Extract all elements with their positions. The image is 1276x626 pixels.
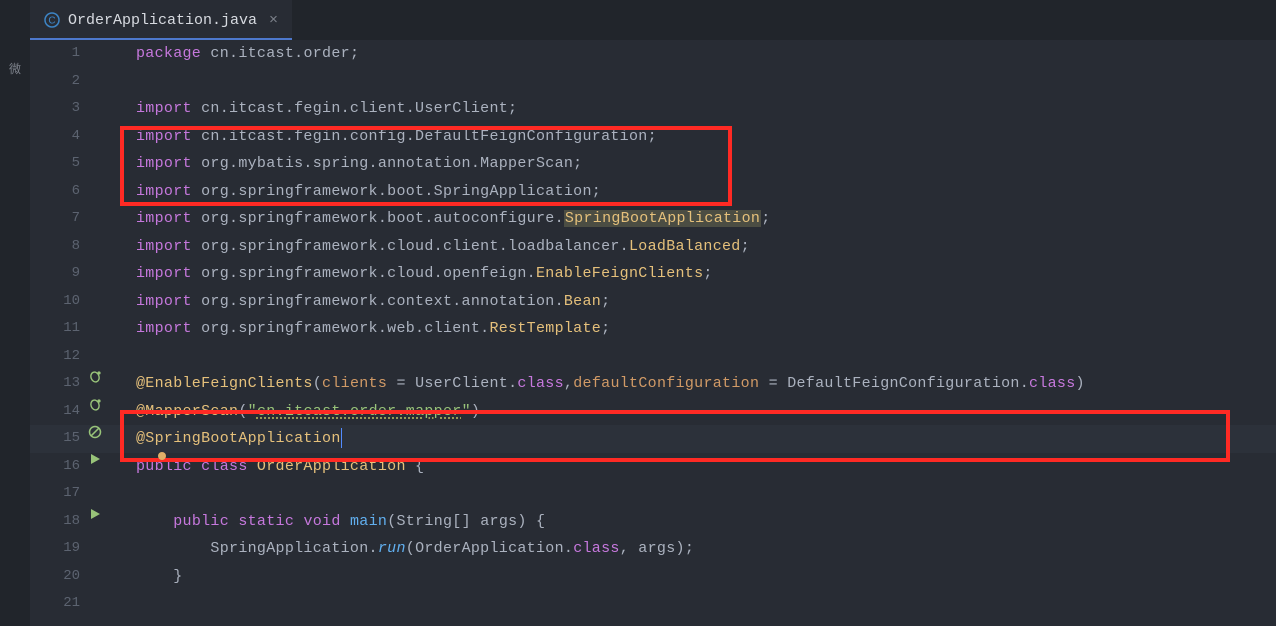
code-content: @SpringBootApplication <box>104 425 342 453</box>
editor[interactable]: 1 package cn.itcast.order; 23 import cn.itc… <box>30 40 1276 626</box>
svg-text:C: C <box>48 16 55 27</box>
code-line[interactable]: 9 import org.springframework.cloud.openfe… <box>30 260 1276 288</box>
code-content: import org.springframework.context.annot… <box>104 288 610 316</box>
code-line[interactable]: 13 @EnableFeignClients(clients = UserClie… <box>30 370 1276 398</box>
code-content: import org.springframework.boot.SpringAp… <box>104 178 601 206</box>
code-line[interactable]: 7 import org.springframework.boot.autocon… <box>30 205 1276 233</box>
code-content: import cn.itcast.fegin.config.DefaultFei… <box>104 123 657 151</box>
gutter[interactable] <box>86 370 104 384</box>
gutter[interactable] <box>86 508 104 520</box>
line-number: 20 <box>30 563 86 591</box>
code-content: import org.springframework.cloud.client.… <box>104 233 750 261</box>
code-line[interactable]: 3 import cn.itcast.fegin.client.UserClien… <box>30 95 1276 123</box>
code-line[interactable]: 1 package cn.itcast.order; <box>30 40 1276 68</box>
run-icon[interactable] <box>89 453 101 465</box>
line-number: 5 <box>30 150 86 178</box>
code-content: import org.mybatis.spring.annotation.Map… <box>104 150 582 178</box>
line-number: 21 <box>30 590 86 618</box>
line-number: 8 <box>30 233 86 261</box>
code-line[interactable]: 6 import org.springframework.boot.SpringA… <box>30 178 1276 206</box>
bean-icon[interactable] <box>88 370 102 384</box>
line-number: 19 <box>30 535 86 563</box>
code-line[interactable]: 5 import org.mybatis.spring.annotation.Ma… <box>30 150 1276 178</box>
gutter[interactable] <box>86 425 104 439</box>
java-class-icon: C <box>44 12 60 28</box>
line-number: 9 <box>30 260 86 288</box>
tab-bar: C OrderApplication.java × <box>30 0 1276 40</box>
side-strip: 微 <box>0 0 30 626</box>
code-line[interactable]: 8 import org.springframework.cloud.client… <box>30 233 1276 261</box>
code-content: public static void main(String[] args) { <box>104 508 545 536</box>
line-number: 16 <box>30 453 86 481</box>
line-number: 13 <box>30 370 86 398</box>
line-number: 1 <box>30 40 86 68</box>
code-line[interactable]: 10 import org.springframework.context.ann… <box>30 288 1276 316</box>
close-icon[interactable]: × <box>265 12 278 29</box>
line-number: 7 <box>30 205 86 233</box>
code-line[interactable]: 15 @SpringBootApplication <box>30 425 1276 453</box>
code-line[interactable]: 19 SpringApplication.run(OrderApplicatio… <box>30 535 1276 563</box>
line-number: 4 <box>30 123 86 151</box>
code-content: @EnableFeignClients(clients = UserClient… <box>104 370 1085 398</box>
code-line[interactable]: 16 public class OrderApplication { <box>30 453 1276 481</box>
side-strip-label: 微 <box>9 60 21 77</box>
code-content: import cn.itcast.fegin.client.UserClient… <box>104 95 517 123</box>
gutter[interactable] <box>86 398 104 412</box>
line-number: 3 <box>30 95 86 123</box>
code-content: import org.springframework.boot.autoconf… <box>104 205 771 233</box>
code-line[interactable]: 2 <box>30 68 1276 96</box>
code-content: } <box>104 563 183 591</box>
code-line[interactable]: 4 import cn.itcast.fegin.config.DefaultFe… <box>30 123 1276 151</box>
line-number: 11 <box>30 315 86 343</box>
line-number: 15 <box>30 425 86 453</box>
code-content: @MapperScan("cn.itcast.order.mapper") <box>104 398 480 426</box>
line-number: 6 <box>30 178 86 206</box>
line-number: 14 <box>30 398 86 426</box>
code-line[interactable]: 20 } <box>30 563 1276 591</box>
code-content: SpringApplication.run(OrderApplication.c… <box>104 535 694 563</box>
code-content: package cn.itcast.order; <box>104 40 359 68</box>
line-number: 12 <box>30 343 86 371</box>
run-icon[interactable] <box>89 508 101 520</box>
line-number: 10 <box>30 288 86 316</box>
text-cursor <box>341 428 342 448</box>
code-content: public class OrderApplication { <box>104 453 424 481</box>
warning-dot-icon <box>158 452 166 460</box>
code-line[interactable]: 21 <box>30 590 1276 618</box>
code-content: import org.springframework.web.client.Re… <box>104 315 610 343</box>
code-line[interactable]: 17 <box>30 480 1276 508</box>
code-line[interactable]: 18 public static void main(String[] args… <box>30 508 1276 536</box>
bean-icon[interactable] <box>88 398 102 412</box>
gutter[interactable] <box>86 453 104 465</box>
line-number: 2 <box>30 68 86 96</box>
tab-filename: OrderApplication.java <box>68 12 257 29</box>
line-number: 17 <box>30 480 86 508</box>
line-number: 18 <box>30 508 86 536</box>
editor-lines: 1 package cn.itcast.order; 23 import cn.itc… <box>30 40 1276 618</box>
forbid-icon[interactable] <box>88 425 102 439</box>
code-line[interactable]: 11 import org.springframework.web.client.… <box>30 315 1276 343</box>
code-line[interactable]: 12 <box>30 343 1276 371</box>
code-line[interactable]: 14 @MapperScan("cn.itcast.order.mapper") <box>30 398 1276 426</box>
tab-active[interactable]: C OrderApplication.java × <box>30 0 292 40</box>
code-content: import org.springframework.cloud.openfei… <box>104 260 713 288</box>
